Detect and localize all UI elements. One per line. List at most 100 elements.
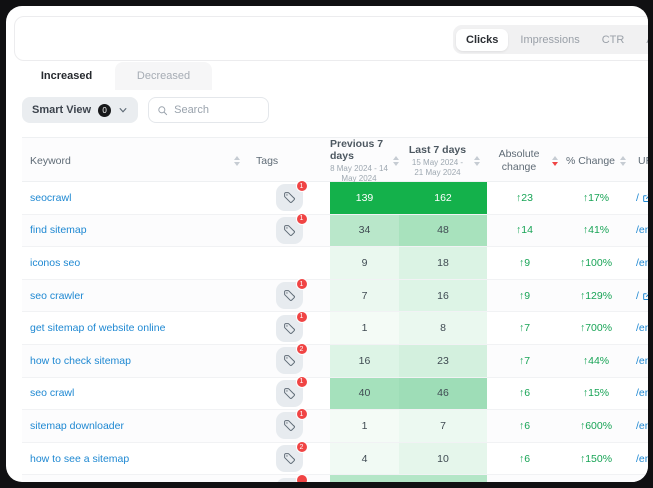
url-link[interactable] xyxy=(630,475,648,482)
tag-count-badge: 1 xyxy=(296,311,308,323)
url-link[interactable]: /en xyxy=(630,215,648,247)
tag-button[interactable]: 1 xyxy=(276,412,303,439)
header-previous-7-days[interactable]: Previous 7 days 8 May 2024 - 14 May 2024 xyxy=(330,138,399,184)
header-absolute-change[interactable]: Absolute change xyxy=(487,138,562,184)
table-row: how to check sitemap21623↑7↑44%/en xyxy=(22,345,648,378)
tag-button[interactable]: 1 xyxy=(276,380,303,407)
tags-cell: 1 xyxy=(248,280,330,312)
last-7-days-value: 48 xyxy=(399,215,487,247)
table-row: how to see a sitemap2410↑6↑150%/en xyxy=(22,443,648,476)
metric-clicks[interactable]: Clicks xyxy=(456,29,508,51)
tag-icon xyxy=(283,322,296,335)
tag-button[interactable]: 1 xyxy=(276,315,303,342)
last-7-days-value: 8 xyxy=(399,312,487,344)
search-input[interactable] xyxy=(174,104,254,116)
percent-change-value: ↑100% xyxy=(562,247,630,279)
tag-button[interactable]: 1 xyxy=(276,217,303,244)
percent-change-value: ↑700% xyxy=(562,312,630,344)
tags-cell: 2 xyxy=(248,443,330,475)
table-row: sitemap downloader117↑6↑600%/en xyxy=(22,410,648,443)
keyword-link[interactable]: iconos seo xyxy=(22,247,248,279)
sort-keyword-icon[interactable] xyxy=(234,156,240,166)
url-link[interactable]: / xyxy=(630,182,648,214)
previous-7-days-value: 1 xyxy=(330,312,399,344)
keyword-link[interactable]: seo crawler xyxy=(22,280,248,312)
last-7-days-value: 16 xyxy=(399,280,487,312)
tag-count-badge xyxy=(296,474,308,482)
tag-count-badge: 2 xyxy=(296,441,308,453)
absolute-change-value: ↑9 xyxy=(487,280,562,312)
tag-count-badge: 1 xyxy=(296,376,308,388)
previous-7-days-value: 1 xyxy=(330,410,399,442)
keyword-link[interactable]: how to check sitemap xyxy=(22,345,248,377)
last-7-days-value xyxy=(399,475,487,482)
tabs: Increased Decreased xyxy=(18,62,212,90)
tags-cell: 1 xyxy=(248,378,330,410)
percent-change-value: ↑44% xyxy=(562,345,630,377)
tags-cell: 2 xyxy=(248,345,330,377)
url-link[interactable]: /en xyxy=(630,378,648,410)
url-link[interactable]: /en xyxy=(630,410,648,442)
header-url[interactable]: URL xyxy=(630,138,648,184)
previous-7-days-value: 4 xyxy=(330,443,399,475)
table-body: seocrawl1139162↑23↑17%/find sitemap13448… xyxy=(22,182,648,482)
previous-7-days-value: 7 xyxy=(330,280,399,312)
keyword-link[interactable]: how to see a sitemap xyxy=(22,443,248,475)
url-link[interactable]: /em xyxy=(630,247,648,279)
url-link[interactable]: /en xyxy=(630,312,648,344)
sort-last-icon[interactable] xyxy=(474,156,480,166)
keywords-table: Keyword Tags Previous 7 days 8 May 2024 … xyxy=(22,137,648,482)
metric-impressions[interactable]: Impressions xyxy=(510,29,589,51)
percent-change-value xyxy=(562,475,630,482)
filters-row: Smart View 0 xyxy=(22,97,269,123)
table-row: seo crawler 1716↑9↑129%/ xyxy=(22,280,648,313)
keyword-link[interactable]: seo crawl xyxy=(22,378,248,410)
header-keyword[interactable]: Keyword xyxy=(22,138,248,184)
last-7-days-value: 162 xyxy=(399,182,487,214)
metric-segmented-control: ClicksImpressionsCTRAvg Position xyxy=(453,25,648,54)
absolute-change-value: ↑7 xyxy=(487,345,562,377)
tab-decreased[interactable]: Decreased xyxy=(115,62,212,90)
url-link[interactable]: /en xyxy=(630,345,648,377)
percent-change-value: ↑129% xyxy=(562,280,630,312)
tag-icon xyxy=(283,354,296,367)
tag-icon xyxy=(283,387,296,400)
tags-cell xyxy=(248,247,330,279)
url-link[interactable]: /en xyxy=(630,443,648,475)
url-link[interactable]: / xyxy=(630,280,648,312)
tags-cell: 1 xyxy=(248,182,330,214)
search-box[interactable] xyxy=(148,97,269,123)
table-header-row: Keyword Tags Previous 7 days 8 May 2024 … xyxy=(22,137,648,182)
tag-button[interactable]: 2 xyxy=(276,347,303,374)
keyword-link[interactable] xyxy=(22,475,248,482)
tab-increased[interactable]: Increased xyxy=(18,62,115,90)
previous-7-days-value: 16 xyxy=(330,345,399,377)
tag-button[interactable]: 2 xyxy=(276,445,303,472)
metric-ctr[interactable]: CTR xyxy=(592,29,635,51)
tag-button[interactable] xyxy=(276,478,303,482)
header-last-7-days[interactable]: Last 7 days 15 May 2024 - 21 May 2024 xyxy=(399,138,487,184)
header-tags: Tags xyxy=(248,138,330,184)
sort-absolute-icon-active[interactable] xyxy=(552,156,558,166)
table-row: get sitemap of website online118↑7↑700%/… xyxy=(22,312,648,345)
tag-count-badge: 1 xyxy=(296,213,308,225)
percent-change-value: ↑15% xyxy=(562,378,630,410)
smart-view-dropdown[interactable]: Smart View 0 xyxy=(22,97,138,123)
sort-percent-icon[interactable] xyxy=(620,156,626,166)
metric-avg-position[interactable]: Avg Position xyxy=(636,29,648,51)
absolute-change-value: ↑9 xyxy=(487,247,562,279)
keyword-link[interactable]: seocrawl xyxy=(22,182,248,214)
header-percent-change[interactable]: % Change xyxy=(562,138,630,184)
absolute-change-value: ↑6 xyxy=(487,378,562,410)
tag-button[interactable]: 1 xyxy=(276,184,303,211)
tag-button[interactable]: 1 xyxy=(276,282,303,309)
percent-change-value: ↑600% xyxy=(562,410,630,442)
keyword-link[interactable]: get sitemap of website online xyxy=(22,312,248,344)
absolute-change-value: ↑6 xyxy=(487,443,562,475)
keyword-link[interactable]: find sitemap xyxy=(22,215,248,247)
tags-cell: 1 xyxy=(248,312,330,344)
tags-cell: 1 xyxy=(248,215,330,247)
keyword-link[interactable]: sitemap downloader xyxy=(22,410,248,442)
last-7-days-value: 18 xyxy=(399,247,487,279)
previous-7-days-value: 9 xyxy=(330,247,399,279)
